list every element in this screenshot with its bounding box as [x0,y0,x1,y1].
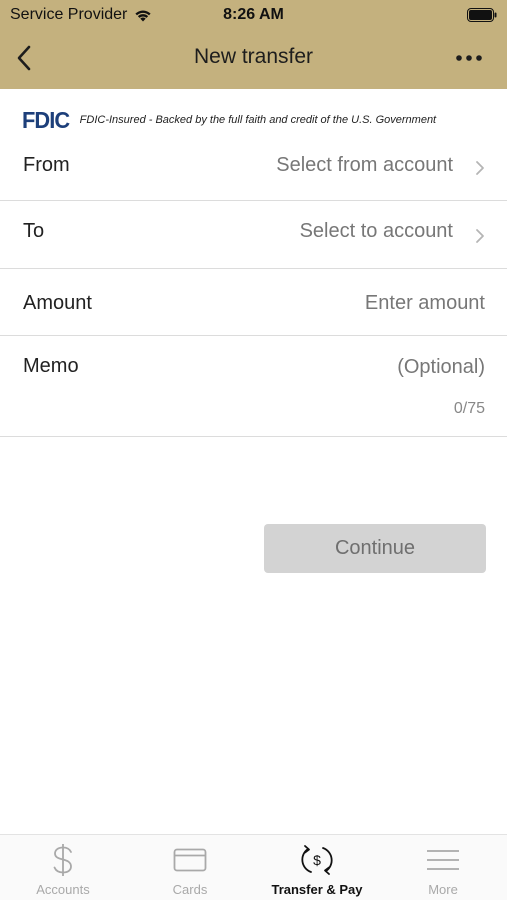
tab-cards[interactable]: Cards [127,835,253,900]
app-header: Service Provider 8:26 AM New transfer [0,0,507,89]
tab-accounts[interactable]: Accounts [0,835,126,900]
chevron-right-icon [476,229,484,243]
status-bar: Service Provider 8:26 AM [0,0,507,30]
tab-transfer-pay[interactable]: $ Transfer & Pay [254,835,380,900]
amount-row[interactable]: Amount Enter amount [0,269,507,336]
dollar-icon [53,844,72,876]
fdic-banner: FDIC FDIC-Insured - Backed by the full f… [22,106,437,133]
tab-cards-label: Cards [172,882,208,897]
memo-input[interactable]: (Optional) [397,356,485,379]
more-options-button[interactable] [449,42,489,74]
card-icon [173,848,207,872]
from-account-row[interactable]: From Select from account [0,134,507,201]
tab-bar: Accounts Cards $ Transfer & Pay More [0,834,507,900]
page-title: New transfer [193,45,314,68]
fdic-statement: FDIC-Insured - Backed by the full faith … [79,114,437,126]
continue-button[interactable]: Continue [264,524,486,573]
menu-icon [427,850,459,870]
from-label: From [23,154,70,176]
tab-transfer-pay-label: Transfer & Pay [271,882,363,897]
chevron-right-icon [476,161,484,175]
memo-row[interactable]: Memo (Optional) 0/75 [0,336,507,437]
tab-more[interactable]: More [380,835,506,900]
amount-label: Amount [23,292,92,314]
tab-more-label: More [428,882,458,897]
memo-label: Memo [23,355,79,377]
ellipsis-icon [456,55,482,61]
to-label: To [23,220,45,242]
to-account-value: Select to account [299,220,453,242]
status-time: 8:26 AM [223,6,284,23]
from-account-value: Select from account [276,154,453,176]
memo-character-count: 0/75 [453,400,485,417]
fdic-logo: FDIC [22,106,70,133]
to-account-row[interactable]: To Select to account [0,201,507,269]
transfer-pay-icon: $ [301,845,333,875]
amount-input[interactable]: Enter amount [365,292,485,315]
nav-bar: New transfer [0,30,507,89]
tab-accounts-label: Accounts [36,882,90,897]
battery-icon [467,8,497,22]
svg-text:$: $ [313,852,321,868]
